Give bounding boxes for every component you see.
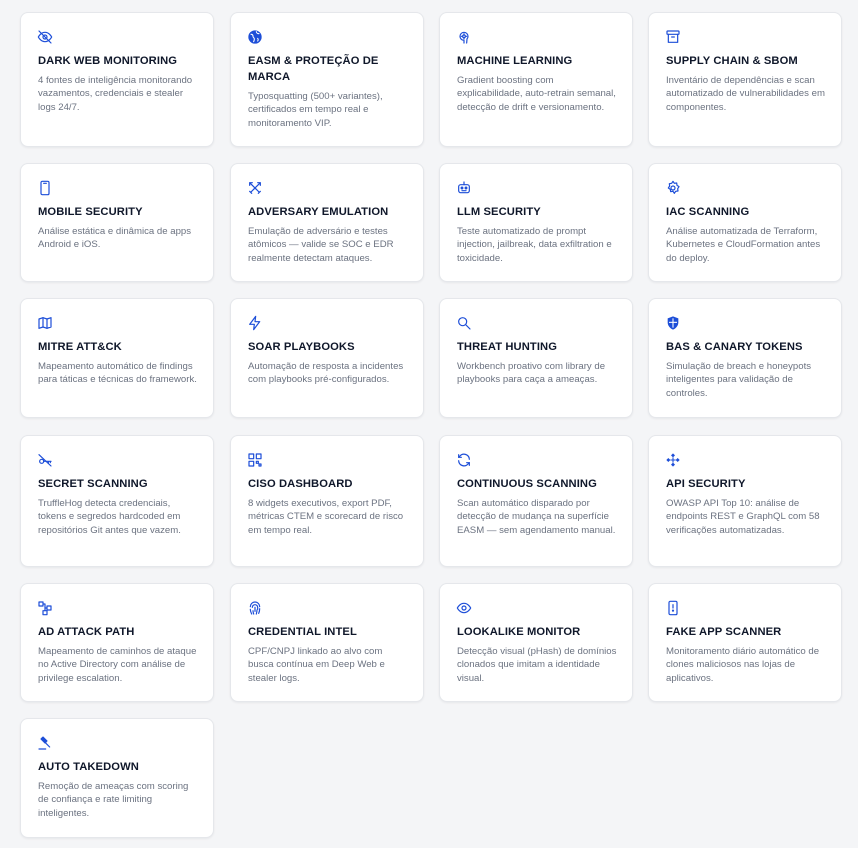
- feature-card[interactable]: THREAT HUNTING Workbench proativo com lib…: [439, 298, 633, 418]
- card-title: EASM & PROTEÇÃO DE MARCA: [248, 55, 379, 83]
- globe-icon: [247, 29, 263, 45]
- feature-card[interactable]: CONTINUOUS SCANNING Scan automático dispa…: [439, 435, 633, 567]
- card-title: ADVERSARY EMULATION: [248, 206, 389, 218]
- feature-card[interactable]: AUTO TAKEDOWN Remoção de ameaças com scor…: [20, 718, 214, 838]
- gavel-icon: [37, 735, 53, 751]
- card-title: BAS & CANARY TOKENS: [666, 341, 803, 353]
- card-description: Gradient boosting com explicabilidade, a…: [457, 75, 616, 113]
- card-description: CPF/CNPJ linkado ao alvo com busca contí…: [248, 646, 385, 684]
- feature-grid: DARK WEB MONITORING 4 fontes de inteligên…: [0, 0, 858, 848]
- feature-card[interactable]: SECRET SCANNING TruffleHog detecta creden…: [20, 435, 214, 567]
- card-description: Mapeamento de caminhos de ataque no Acti…: [38, 646, 197, 684]
- card-description: Detecção visual (pHash) de domínios clon…: [457, 646, 617, 684]
- feature-card[interactable]: CISO DASHBOARD 8 widgets executivos, expo…: [230, 435, 424, 567]
- api-nodes-icon: [665, 452, 681, 468]
- card-description: Scan automático disparado por detecção d…: [457, 498, 616, 536]
- card-description: Remoção de ameaças com scoring de confia…: [38, 781, 189, 819]
- dashboard-icon: [247, 452, 263, 468]
- card-title: LLM SECURITY: [457, 206, 541, 218]
- feature-card[interactable]: SUPPLY CHAIN & SBOM Inventário de dependê…: [648, 12, 842, 147]
- phone-alert-icon: [665, 600, 681, 616]
- card-title: SECRET SCANNING: [38, 478, 148, 490]
- refresh-icon: [456, 452, 472, 468]
- card-description: Emulação de adversário e testes atômicos…: [248, 226, 394, 264]
- network-path-icon: [37, 600, 53, 616]
- feature-card[interactable]: CREDENTIAL INTEL CPF/CNPJ linkado ao alvo…: [230, 583, 424, 702]
- card-title: MITRE ATT&CK: [38, 341, 122, 353]
- archive-box-icon: [665, 29, 681, 45]
- brain-icon: [456, 29, 472, 45]
- card-description: Inventário de dependências e scan automa…: [666, 75, 825, 113]
- card-description: Workbench proativo com library de playbo…: [457, 361, 606, 386]
- card-description: Análise automatizada de Terraform, Kuber…: [666, 226, 821, 264]
- card-description: TruffleHog detecta credenciais, tokens e…: [38, 498, 181, 536]
- feature-card[interactable]: MACHINE LEARNING Gradient boosting com ex…: [439, 12, 633, 147]
- gear-icon: [665, 180, 681, 196]
- card-title: IAC SCANNING: [666, 206, 750, 218]
- feature-card[interactable]: LOOKALIKE MONITOR Detecção visual (pHash)…: [439, 583, 633, 702]
- card-description: 8 widgets executivos, export PDF, métric…: [248, 498, 404, 536]
- card-description: Typosquatting (500+ variantes), certific…: [248, 91, 383, 129]
- shield-icon: [665, 315, 681, 331]
- feature-card[interactable]: SOAR PLAYBOOKS Automação de resposta a in…: [230, 298, 424, 418]
- feature-card[interactable]: MOBILE SECURITY Análise estática e dinâmi…: [20, 163, 214, 282]
- card-title: AUTO TAKEDOWN: [38, 761, 139, 773]
- feature-card[interactable]: LLM SECURITY Teste automatizado de prompt…: [439, 163, 633, 282]
- card-description: Automação de resposta a incidentes com p…: [248, 361, 404, 386]
- feature-card[interactable]: EASM & PROTEÇÃO DE MARCA Typosquatting (5…: [230, 12, 424, 147]
- card-title: LOOKALIKE MONITOR: [457, 626, 581, 638]
- feature-card[interactable]: IAC SCANNING Análise automatizada de Terr…: [648, 163, 842, 282]
- swords-icon: [247, 180, 263, 196]
- card-title: FAKE APP SCANNER: [666, 626, 782, 638]
- smartphone-icon: [37, 180, 53, 196]
- map-icon: [37, 315, 53, 331]
- card-title: SUPPLY CHAIN & SBOM: [666, 55, 798, 67]
- key-off-icon: [37, 452, 53, 468]
- card-title: MACHINE LEARNING: [457, 55, 573, 67]
- card-title: CONTINUOUS SCANNING: [457, 478, 597, 490]
- robot-icon: [456, 180, 472, 196]
- fingerprint-icon: [247, 600, 263, 616]
- card-description: Monitoramento diário automático de clone…: [666, 646, 820, 684]
- card-title: MOBILE SECURITY: [38, 206, 143, 218]
- card-description: OWASP API Top 10: análise de endpoints R…: [666, 498, 820, 536]
- feature-card[interactable]: BAS & CANARY TOKENS Simulação de breach e…: [648, 298, 842, 418]
- feature-card[interactable]: FAKE APP SCANNER Monitoramento diário aut…: [648, 583, 842, 702]
- feature-card[interactable]: API SECURITY OWASP API Top 10: análise de…: [648, 435, 842, 567]
- card-title: AD ATTACK PATH: [38, 626, 135, 638]
- card-title: DARK WEB MONITORING: [38, 55, 178, 67]
- feature-card[interactable]: AD ATTACK PATH Mapeamento de caminhos de …: [20, 583, 214, 702]
- card-description: 4 fontes de inteligência monitorando vaz…: [38, 75, 193, 113]
- lightning-icon: [247, 315, 263, 331]
- feature-card[interactable]: DARK WEB MONITORING 4 fontes de inteligên…: [20, 12, 214, 147]
- card-title: API SECURITY: [666, 478, 746, 490]
- card-description: Mapeamento automático de findings para t…: [38, 361, 197, 386]
- card-title: CISO DASHBOARD: [248, 478, 353, 490]
- eye-icon: [456, 600, 472, 616]
- card-description: Análise estática e dinâmica de apps Andr…: [38, 226, 192, 251]
- card-description: Teste automatizado de prompt injection, …: [457, 226, 612, 264]
- card-title: THREAT HUNTING: [457, 341, 558, 353]
- search-icon: [456, 315, 472, 331]
- feature-card[interactable]: MITRE ATT&CK Mapeamento automático de fin…: [20, 298, 214, 418]
- card-title: CREDENTIAL INTEL: [248, 626, 357, 638]
- eye-off-icon: [37, 29, 53, 45]
- feature-card[interactable]: ADVERSARY EMULATION Emulação de adversári…: [230, 163, 424, 282]
- card-title: SOAR PLAYBOOKS: [248, 341, 355, 353]
- card-description: Simulação de breach e honeypots intelige…: [666, 361, 812, 399]
